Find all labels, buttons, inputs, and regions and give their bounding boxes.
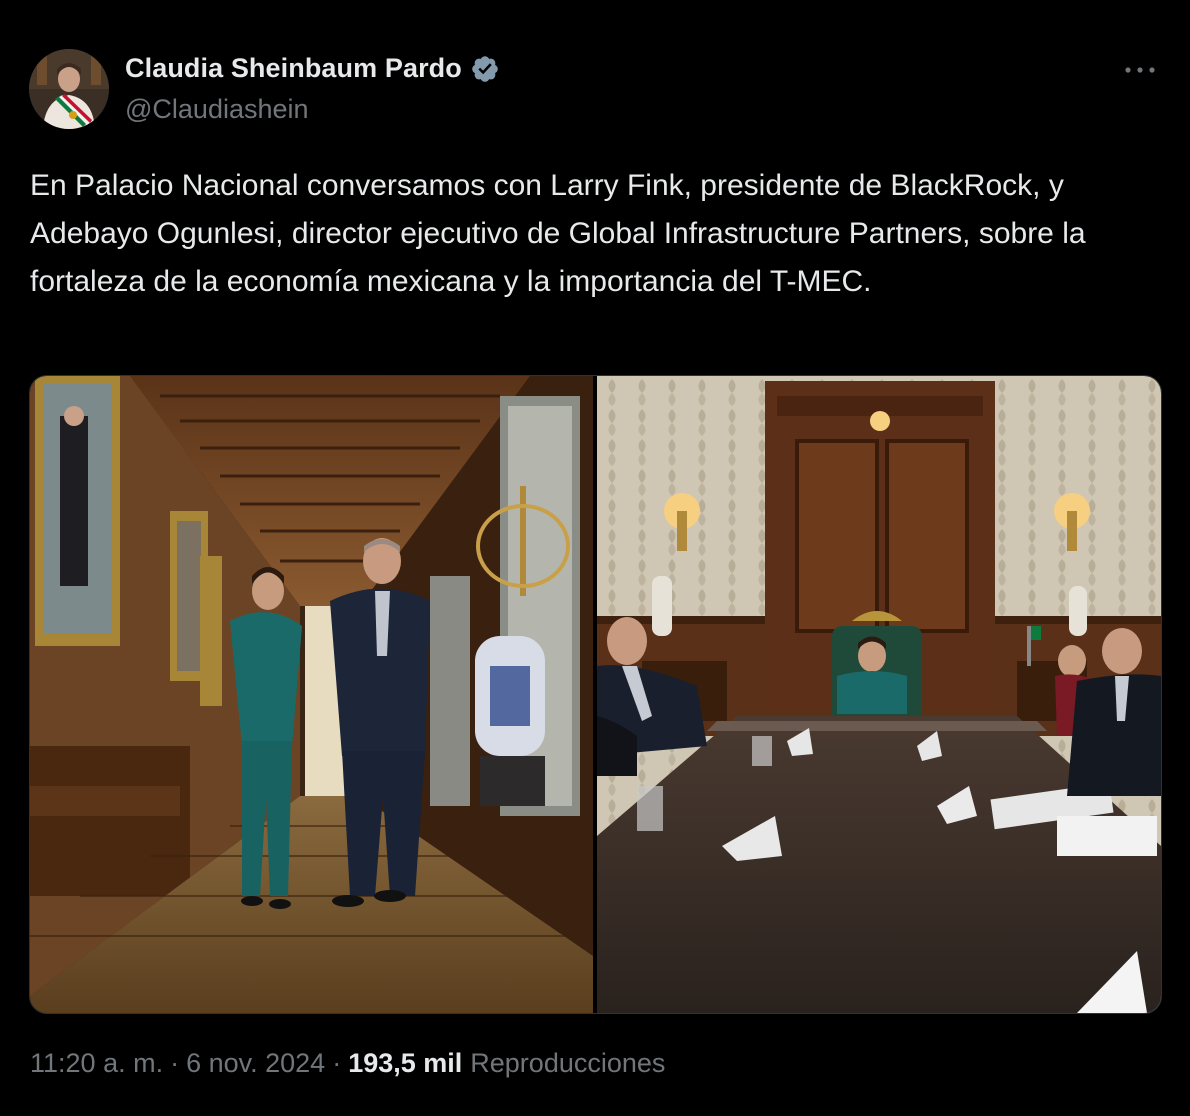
tweet-date: 6 nov. 2024 [186, 1048, 326, 1078]
avatar[interactable] [29, 49, 109, 129]
verified-badge-icon [470, 54, 500, 84]
tweet-meta: 11:20 a. m. · 6 nov. 2024 · 193,5 mil Repr… [30, 1048, 665, 1079]
views-label: Reproducciones [470, 1048, 666, 1078]
tweet-card: Claudia Sheinbaum Pardo @Claudiashein En… [0, 0, 1190, 1116]
hallway-photo-image [30, 376, 593, 1013]
meeting-room-photo-image [597, 376, 1161, 1013]
meeting-room-photo[interactable] [597, 376, 1161, 1013]
more-horizontal-icon [1125, 67, 1155, 73]
tweet-time: 11:20 a. m. [30, 1048, 164, 1078]
author-handle[interactable]: @Claudiashein [125, 94, 309, 125]
views-count: 193,5 mil [348, 1048, 463, 1078]
avatar-image [29, 49, 109, 129]
more-options-button[interactable] [1118, 52, 1162, 88]
views-label-link[interactable]: Reproducciones [470, 1048, 665, 1079]
tweet-text: En Palacio Nacional conversamos con Larr… [30, 169, 1094, 298]
author-name-row: Claudia Sheinbaum Pardo [125, 53, 500, 84]
author-display-name[interactable]: Claudia Sheinbaum Pardo [125, 53, 462, 84]
tweet-time-link[interactable]: 11:20 a. m. · 6 nov. 2024 [30, 1048, 325, 1079]
meta-separator: · [170, 1048, 180, 1078]
hallway-photo[interactable] [30, 376, 593, 1013]
media-grid [29, 375, 1162, 1014]
meta-separator: · [332, 1048, 342, 1078]
